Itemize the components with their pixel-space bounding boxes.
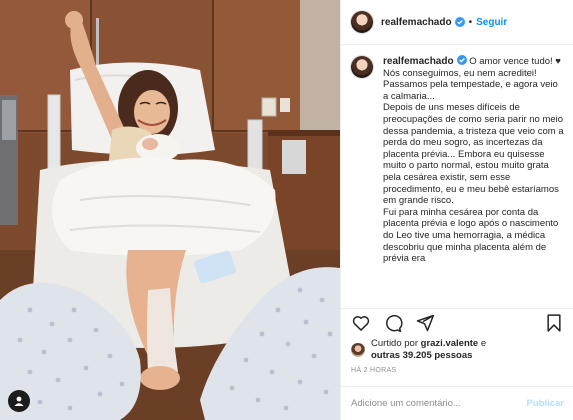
author-avatar[interactable] (351, 11, 373, 33)
comment-box: Publicar (341, 386, 573, 420)
likes-prefix: Curtido por (371, 338, 421, 349)
action-bar (341, 308, 573, 336)
caption-text: O amor vence tudo! ♥ Nós conseguimos, eu… (383, 56, 564, 265)
post-details-panel: realfemachado • Seguir realfemachado O a… (340, 0, 573, 420)
author-username[interactable]: realfemachado (381, 17, 452, 28)
photo-illustration (0, 0, 340, 420)
publish-button[interactable]: Publicar (527, 398, 565, 409)
caption-avatar[interactable] (351, 56, 373, 78)
post-header: realfemachado • Seguir (341, 0, 573, 45)
follow-button[interactable]: Seguir (476, 17, 507, 28)
likes-middle: e (478, 338, 487, 349)
share-icon[interactable] (415, 313, 435, 333)
comment-input[interactable] (351, 398, 527, 409)
comment-icon[interactable] (383, 313, 403, 333)
likes-summary: Curtido por grazi.valente e outras 39.20… (351, 338, 566, 362)
caption-username[interactable]: realfemachado (383, 56, 454, 67)
likes-text: Curtido por grazi.valente e outras 39.20… (371, 338, 486, 362)
verified-badge-icon (454, 17, 465, 27)
verified-badge-icon (456, 55, 467, 65)
caption-text-block: realfemachado O amor vence tudo! ♥ Nós c… (383, 55, 564, 265)
post-photo[interactable] (0, 0, 340, 420)
caption-area[interactable]: realfemachado O amor vence tudo! ♥ Nós c… (341, 55, 573, 305)
liker-username[interactable]: grazi.valente (421, 338, 479, 349)
person-icon (14, 396, 24, 406)
tagged-users-button[interactable] (8, 390, 30, 412)
liker-avatar[interactable] (351, 343, 365, 357)
bookmark-icon[interactable] (544, 313, 564, 333)
post-timestamp[interactable]: HÁ 2 HORAS (351, 367, 396, 374)
header-separator: • (468, 16, 473, 28)
heart-icon[interactable] (351, 313, 371, 333)
likes-count-link[interactable]: outras 39.205 pessoas (371, 350, 472, 361)
caption-row: realfemachado O amor vence tudo! ♥ Nós c… (351, 55, 564, 265)
